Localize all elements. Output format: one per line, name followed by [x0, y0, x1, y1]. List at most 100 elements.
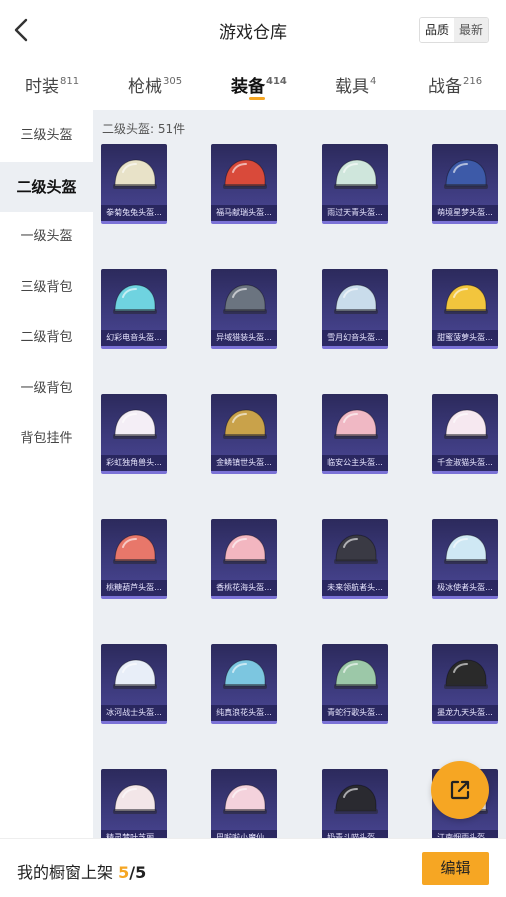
item-name: 甜蜜菠萝头盔...: [432, 330, 498, 346]
sidebar-item-level1-helmet[interactable]: 一级头盔: [0, 212, 93, 262]
item-name: 极冰使者头盔...: [432, 580, 498, 596]
sidebar-item-backpack-charm[interactable]: 背包挂件: [0, 414, 93, 464]
helmet-icon: [444, 534, 488, 564]
tab-fashion[interactable]: 时装811: [25, 72, 79, 97]
tab-supplies[interactable]: 战备216: [428, 72, 482, 97]
category-tabs: 时装811 枪械305 装备414 载具4 战备216: [0, 64, 506, 110]
item-card[interactable]: 临安公主头盔...: [322, 394, 388, 474]
helmet-icon: [113, 284, 157, 314]
item-name: 彩虹独角兽头...: [101, 455, 167, 471]
tab-count: 4: [370, 76, 377, 87]
external-link-icon: [450, 780, 470, 800]
showcase-current: 5: [118, 863, 130, 882]
helmet-icon: [113, 659, 157, 689]
active-tab-indicator: [249, 97, 265, 100]
item-card[interactable]: 奶青斗喵头盔...: [322, 769, 388, 838]
item-card[interactable]: 异域猎装头盔...: [211, 269, 277, 349]
item-name: 临安公主头盔...: [322, 455, 388, 471]
tab-count: 414: [266, 76, 287, 87]
item-count-label: 二级头盔: 51件: [102, 122, 186, 136]
item-name: 萌境星梦头盔...: [432, 205, 498, 221]
item-name: 金鳞镇世头盔...: [211, 455, 277, 471]
item-card[interactable]: 桃糖葫芦头盔...: [101, 519, 167, 599]
item-name: 福马献瑞头盔...: [211, 205, 277, 221]
item-card[interactable]: 彩虹独角兽头...: [101, 394, 167, 474]
sidebar-item-level1-backpack[interactable]: 一级背包: [0, 364, 93, 414]
tab-label: 枪械: [128, 77, 162, 97]
item-card[interactable]: 冰河战士头盔...: [101, 644, 167, 724]
header: 游戏仓库 品质 最新: [0, 0, 506, 60]
item-name: 精灵梦叶芝丽...: [101, 830, 167, 838]
item-card[interactable]: 巴啦啦小魔仙...: [211, 769, 277, 838]
item-card[interactable]: 雨过天青头盔...: [322, 144, 388, 224]
item-name: 奶青斗喵头盔...: [322, 830, 388, 838]
item-grid: 二级头盔: 51件 拳菊兔兔头盔... 福马献瑞头盔... 雨过天青头盔... 萌境星…: [93, 110, 506, 838]
tab-count: 811: [60, 76, 80, 87]
helmet-icon: [223, 784, 267, 814]
sort-toggle[interactable]: 品质 最新: [418, 17, 489, 43]
helmet-icon: [113, 534, 157, 564]
item-name: 香桃花海头盔...: [211, 580, 277, 596]
tab-count: 216: [463, 76, 483, 87]
item-card[interactable]: 甜蜜菠萝头盔...: [432, 269, 498, 349]
sidebar-item-level2-helmet[interactable]: 二级头盔: [0, 162, 93, 212]
item-name: 纯真浪花头盔...: [211, 705, 277, 721]
tab-guns[interactable]: 枪械305: [128, 72, 182, 97]
showcase-total: 5: [135, 863, 147, 882]
helmet-icon: [444, 159, 488, 189]
item-card[interactable]: 福马献瑞头盔...: [211, 144, 277, 224]
tab-label: 装备: [231, 77, 265, 97]
item-card[interactable]: 雪月幻音头盔...: [322, 269, 388, 349]
helmet-icon: [223, 284, 267, 314]
item-card[interactable]: 极冰使者头盔...: [432, 519, 498, 599]
share-button[interactable]: [431, 761, 489, 819]
helmet-icon: [334, 409, 378, 439]
item-name: 桃糖葫芦头盔...: [101, 580, 167, 596]
sidebar-item-level3-backpack[interactable]: 三级背包: [0, 263, 93, 313]
tab-label: 载具: [335, 77, 369, 97]
helmet-icon: [113, 159, 157, 189]
item-name: 千金淑猫头盔...: [432, 455, 498, 471]
item-name: 雪月幻音头盔...: [322, 330, 388, 346]
item-name: 幻彩电音头盔...: [101, 330, 167, 346]
item-card[interactable]: 香桃花海头盔...: [211, 519, 277, 599]
item-card[interactable]: 青蛇行歌头盔...: [322, 644, 388, 724]
helmet-icon: [113, 784, 157, 814]
item-card[interactable]: 墨龙九天头盔...: [432, 644, 498, 724]
tab-vehicles[interactable]: 载具4: [335, 72, 376, 97]
helmet-icon: [334, 534, 378, 564]
helmet-icon: [334, 284, 378, 314]
item-card[interactable]: 金鳞镇世头盔...: [211, 394, 277, 474]
item-name: 雨过天青头盔...: [322, 205, 388, 221]
helmet-icon: [444, 659, 488, 689]
sort-newest[interactable]: 最新: [453, 18, 488, 42]
sidebar: 三级头盔 二级头盔 一级头盔 三级背包 二级背包 一级背包 背包挂件: [0, 110, 93, 838]
helmet-icon: [444, 409, 488, 439]
helmet-icon: [444, 284, 488, 314]
item-name: 未来领航者头...: [322, 580, 388, 596]
item-name: 冰河战士头盔...: [101, 705, 167, 721]
item-card[interactable]: 纯真浪花头盔...: [211, 644, 277, 724]
item-card[interactable]: 精灵梦叶芝丽...: [101, 769, 167, 838]
item-card[interactable]: 千金淑猫头盔...: [432, 394, 498, 474]
item-name: 拳菊兔兔头盔...: [101, 205, 167, 221]
item-card[interactable]: 幻彩电音头盔...: [101, 269, 167, 349]
tab-equipment[interactable]: 装备414: [231, 72, 287, 97]
item-name: 江南烟雨头盔...: [432, 830, 498, 838]
showcase-bar: 我的橱窗上架 5/5 编辑: [0, 838, 506, 897]
showcase-status: 我的橱窗上架 5/5: [17, 859, 146, 883]
helmet-icon: [334, 659, 378, 689]
edit-button[interactable]: 编辑: [422, 852, 489, 885]
helmet-icon: [334, 784, 378, 814]
helmet-icon: [223, 534, 267, 564]
item-name: 青蛇行歌头盔...: [322, 705, 388, 721]
sort-quality[interactable]: 品质: [419, 18, 454, 42]
item-name: 异域猎装头盔...: [211, 330, 277, 346]
showcase-label: 我的橱窗上架: [17, 863, 114, 882]
sidebar-item-level3-helmet[interactable]: 三级头盔: [0, 111, 93, 161]
item-name: 墨龙九天头盔...: [432, 705, 498, 721]
item-card[interactable]: 拳菊兔兔头盔...: [101, 144, 167, 224]
sidebar-item-level2-backpack[interactable]: 二级背包: [0, 313, 93, 363]
item-card[interactable]: 未来领航者头...: [322, 519, 388, 599]
item-card[interactable]: 萌境星梦头盔...: [432, 144, 498, 224]
